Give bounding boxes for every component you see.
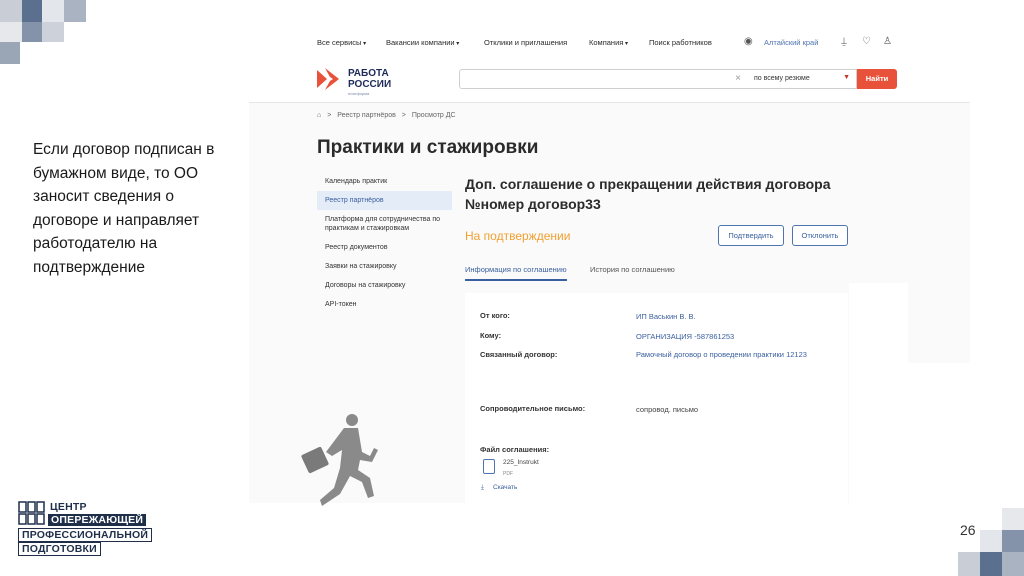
from-value[interactable]: ИП Васькин В. В.: [636, 311, 696, 322]
decor-square: [22, 22, 42, 42]
decor-square: [42, 0, 64, 22]
breadcrumb-partners[interactable]: Реестр партнёров: [337, 112, 396, 119]
decor-square: [958, 552, 980, 576]
breadcrumb-separator: >: [327, 112, 332, 119]
status-badge: На подтверждении: [465, 229, 571, 243]
sidebar-item-partners[interactable]: Реестр партнёров: [317, 191, 452, 210]
overlay-block: [908, 363, 970, 393]
download-icon[interactable]: ⤓: [481, 484, 484, 492]
decor-square: [0, 42, 20, 64]
logo-icon[interactable]: [315, 66, 341, 92]
decor-square: [0, 0, 22, 22]
contract-value[interactable]: Рамочный договор о проведении практики 1…: [636, 349, 826, 360]
region-selector[interactable]: Алтайский край: [764, 38, 818, 47]
to-value[interactable]: ОРГАНИЗАЦИЯ -587861253: [636, 331, 734, 342]
letter-label: Сопроводительное письмо:: [480, 404, 586, 413]
decor-square: [980, 552, 1002, 576]
download-link[interactable]: Скачать: [493, 484, 517, 491]
logo-line-2: РОССИИ: [348, 79, 392, 90]
decor-square: [1002, 552, 1024, 576]
home-icon[interactable]: ⌂: [317, 112, 321, 119]
page-number: 26: [960, 522, 976, 538]
file-type: PDF: [503, 471, 513, 477]
decor-square: [42, 22, 64, 42]
sidebar: Календарь практик Реестр партнёров Платф…: [317, 172, 452, 314]
page-title: Практики и стажировки: [317, 137, 539, 158]
logo-text[interactable]: РАБОТА РОССИИ: [348, 68, 391, 90]
decor-square: [1002, 508, 1024, 530]
overlay-block: [849, 283, 908, 393]
profile-icon[interactable]: ♙: [883, 36, 892, 47]
breadcrumb-separator: >: [401, 112, 406, 119]
logo-subtitle: платформа: [348, 91, 370, 96]
search-scope-value: по всему резюме: [754, 75, 810, 82]
to-label: Кому:: [480, 331, 502, 340]
clear-icon[interactable]: ×: [735, 73, 741, 84]
breadcrumb: ⌂ > Реестр партнёров > Просмотр ДС: [317, 112, 460, 119]
brand-line-1: ЦЕНТР: [50, 501, 87, 513]
file-name[interactable]: 225_Instrukt: [503, 459, 539, 466]
site-header: РАБОТА РОССИИ платформа × по всему резюм…: [249, 53, 970, 103]
decor-square: [22, 0, 42, 22]
runner-illustration: [301, 414, 378, 506]
slide-description: Если договор подписан в бумажном виде, т…: [33, 141, 215, 276]
nav-all-services[interactable]: Все сервисы: [317, 38, 366, 47]
sidebar-item-platform[interactable]: Платформа для сотрудничества по практика…: [317, 210, 452, 238]
search-input[interactable]: ×: [459, 69, 748, 89]
nav-company-vacancies[interactable]: Вакансии компании: [386, 38, 459, 47]
decor-square: [980, 530, 1002, 552]
decor-square: [64, 0, 86, 22]
brand-line-2: ОПЕРЕЖАЮЩЕЙ: [48, 514, 147, 526]
search-scope-select[interactable]: по всему резюме ▼: [747, 69, 857, 89]
contract-label: Связанный договор:: [480, 350, 558, 359]
tab-history[interactable]: История по соглашению: [590, 265, 675, 279]
nav-find-workers[interactable]: Поиск работников: [649, 38, 712, 47]
agreement-card: От кого: ИП Васькин В. В. Кому: ОРГАНИЗА…: [465, 293, 848, 503]
confirm-button[interactable]: Подтвердить: [718, 225, 784, 246]
sidebar-item-api-token[interactable]: API-токен: [317, 295, 452, 314]
breadcrumb-current: Просмотр ДС: [411, 112, 456, 119]
top-navigation: Все сервисы Вакансии компании Отклики и …: [249, 33, 970, 53]
sidebar-item-calendar[interactable]: Календарь практик: [317, 172, 452, 191]
brand-grid-icon: [18, 501, 45, 525]
from-label: От кого:: [480, 311, 510, 320]
sidebar-item-documents[interactable]: Реестр документов: [317, 238, 452, 257]
decor-square: [0, 22, 22, 42]
notification-icon[interactable]: ⍊: [841, 36, 847, 47]
sidebar-item-contracts[interactable]: Договоры на стажировку: [317, 276, 452, 295]
brand-line-3: ПРОФЕССИОНАЛЬНОЙ: [18, 528, 153, 542]
location-icon: ◉: [744, 36, 753, 47]
favorites-icon[interactable]: ♡: [862, 36, 871, 47]
file-label: Файл соглашения:: [480, 445, 550, 454]
nav-company[interactable]: Компания: [589, 38, 628, 47]
tab-info[interactable]: Информация по соглашению: [465, 265, 567, 281]
document-title: Доп. соглашение о прекращении действия д…: [465, 176, 831, 212]
decor-square: [1002, 530, 1024, 552]
letter-value: сопровод. письмо: [636, 405, 699, 414]
brand-line-4: ПОДГОТОВКИ: [18, 542, 101, 556]
logo-line-1: РАБОТА: [348, 68, 389, 79]
overlay-block: [849, 393, 970, 503]
sidebar-item-applications[interactable]: Заявки на стажировку: [317, 257, 452, 276]
reject-button[interactable]: Отклонить: [792, 225, 848, 246]
search-button[interactable]: Найти: [857, 69, 897, 89]
chevron-down-icon: ▼: [843, 74, 850, 81]
nav-responses[interactable]: Отклики и приглашения: [484, 38, 567, 47]
tab-bar: Информация по соглашению История по согл…: [465, 265, 895, 281]
file-icon[interactable]: [483, 459, 495, 474]
